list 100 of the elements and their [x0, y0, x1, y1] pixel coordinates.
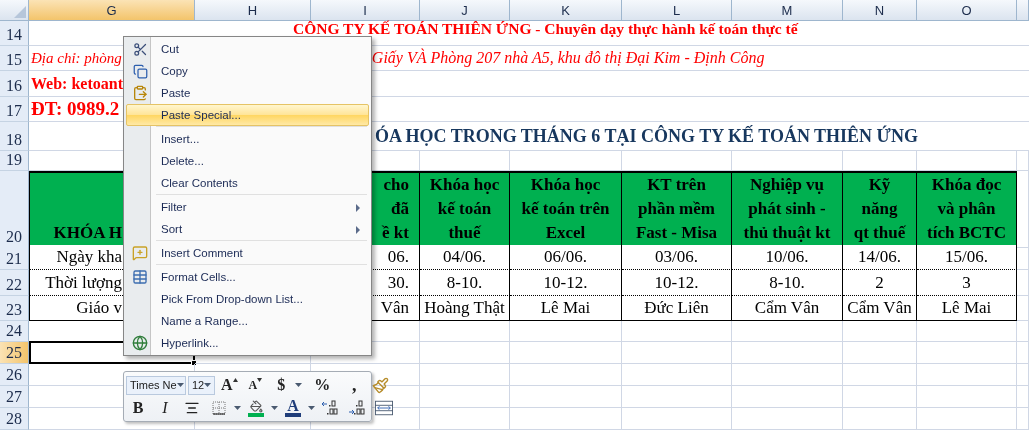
table-cell: 03/06. [622, 245, 732, 270]
column-header[interactable]: I [311, 0, 420, 21]
sheet-cell[interactable] [510, 364, 622, 386]
menu-item[interactable]: Paste Special... [126, 104, 369, 126]
sheet-cell[interactable] [420, 364, 510, 386]
sheet-cell[interactable] [420, 321, 510, 342]
sheet-cell[interactable] [917, 321, 1017, 342]
menu-item[interactable]: Delete... [126, 150, 369, 172]
row-header[interactable]: 19 [0, 151, 29, 171]
column-header[interactable]: J [420, 0, 510, 21]
bold-button[interactable]: B [126, 398, 150, 418]
sheet-cell[interactable] [510, 321, 622, 342]
sheet-cell[interactable] [1017, 296, 1029, 321]
column-heading-cell: Nghiệp vụ phát sinh - thủ thuật kt [732, 171, 843, 248]
shrink-font-button[interactable]: A [243, 375, 268, 395]
sheet-cell[interactable] [1017, 364, 1029, 386]
sheet-cell[interactable] [917, 386, 1017, 408]
table-cell: 3 [917, 270, 1017, 296]
sheet-cell[interactable] [917, 342, 1017, 364]
sheet-cell[interactable] [732, 342, 843, 364]
column-header[interactable]: K [510, 0, 622, 21]
globe-icon [132, 335, 148, 351]
sheet-cell[interactable] [420, 386, 510, 408]
column-header[interactable]: G [29, 0, 195, 21]
sheet-cell[interactable] [1017, 171, 1029, 248]
grow-font-button[interactable]: A [217, 375, 242, 395]
percent-button[interactable]: % [310, 375, 335, 395]
sheet-cell[interactable] [843, 321, 917, 342]
sheet-cell[interactable] [622, 408, 732, 430]
select-all-icon[interactable] [14, 6, 26, 18]
row-header[interactable]: 17 [0, 97, 29, 122]
sheet-cell[interactable] [622, 364, 732, 386]
fill-handle[interactable] [191, 360, 197, 366]
row-header[interactable]: 16 [0, 71, 29, 97]
paintbrush-icon [371, 376, 389, 394]
menu-item[interactable]: Hyperlink... [126, 332, 369, 354]
caret-icon [257, 378, 263, 382]
row-header[interactable]: 22 [0, 270, 29, 296]
column-header[interactable]: H [195, 0, 311, 21]
sheet-cell[interactable] [732, 386, 843, 408]
sheet-cell[interactable] [622, 386, 732, 408]
row-header[interactable]: 15 [0, 46, 29, 71]
table-cell: Lê Mai [917, 296, 1017, 321]
caret-icon [204, 383, 212, 387]
row-header[interactable]: 18 [0, 122, 29, 151]
row-header[interactable]: 14 [0, 21, 29, 46]
sheet-cell[interactable] [420, 342, 510, 364]
caret-icon [308, 406, 315, 410]
sheet-cell[interactable] [1017, 342, 1029, 364]
web-text: Web: ketoant [31, 74, 123, 93]
table-cell: 06/06. [510, 245, 622, 270]
italic-button[interactable]: I [153, 398, 177, 418]
sheet-cell[interactable] [622, 342, 732, 364]
row-header[interactable]: 23 [0, 296, 29, 321]
table-cell: 2 [843, 270, 917, 296]
row-header[interactable]: 20 [0, 171, 29, 248]
merge-center-button[interactable] [372, 398, 396, 418]
decrease-decimal-icon [348, 400, 366, 416]
column-heading-cell: Kỹ năng qt thuế [843, 171, 917, 248]
column-header[interactable]: O [917, 0, 1017, 21]
sheet-cell[interactable] [1017, 321, 1029, 342]
sheet-cell[interactable] [732, 364, 843, 386]
sheet-cell[interactable] [510, 342, 622, 364]
row-header[interactable]: 24 [0, 321, 29, 342]
sheet-cell[interactable] [420, 408, 510, 430]
sheet-cell[interactable] [1017, 151, 1029, 171]
sheet-cell[interactable] [510, 408, 622, 430]
comma-button[interactable]: , [342, 375, 367, 395]
sheet-cell[interactable] [917, 408, 1017, 430]
currency-button[interactable]: $ [269, 375, 294, 395]
sheet-cell[interactable] [622, 321, 732, 342]
company-text: CÔNG TY KẾ TOÁN THIÊN ỨNG - Chuyên dạy thực hành kế toán thực tế [293, 22, 798, 35]
sheet-cell[interactable] [843, 364, 917, 386]
column-heading-cell: Khóa học kế toán trên Excel [510, 171, 622, 248]
sheet-cell[interactable] [1017, 245, 1029, 270]
sheet-cell[interactable] [510, 386, 622, 408]
sheet-cell[interactable] [1017, 270, 1029, 296]
row-header[interactable]: 28 [0, 408, 29, 430]
sheet-cell[interactable] [843, 342, 917, 364]
font-color-button[interactable]: A [281, 398, 305, 418]
font-name-field[interactable]: Times Ne [126, 375, 186, 395]
table-cell: 8-10. [420, 270, 510, 296]
address-tail-text: Giấy VÀ Phòng 207 nhà A5, khu đô thị Đại Kim - Định Công [371, 49, 765, 67]
sheet-cell[interactable] [732, 321, 843, 342]
column-header[interactable]: M [732, 0, 843, 21]
column-header[interactable]: L [622, 0, 732, 21]
column-header[interactable]: N [843, 0, 917, 21]
row-header[interactable]: 21 [0, 245, 29, 270]
menu-item[interactable]: Insert... [126, 128, 369, 150]
font-size-field[interactable]: 12 [188, 375, 216, 395]
row-header[interactable]: 26 [0, 364, 29, 386]
sheet-cell[interactable] [917, 364, 1017, 386]
sheet-cell[interactable] [843, 408, 917, 430]
sheet-cell[interactable] [732, 408, 843, 430]
column-header[interactable] [1017, 0, 1029, 21]
row-header[interactable]: 27 [0, 386, 29, 408]
row-header[interactable]: 25 [0, 342, 29, 364]
sheet-cell[interactable] [843, 386, 917, 408]
sheet-cell[interactable] [1017, 386, 1029, 408]
sheet-cell[interactable] [1017, 408, 1029, 430]
